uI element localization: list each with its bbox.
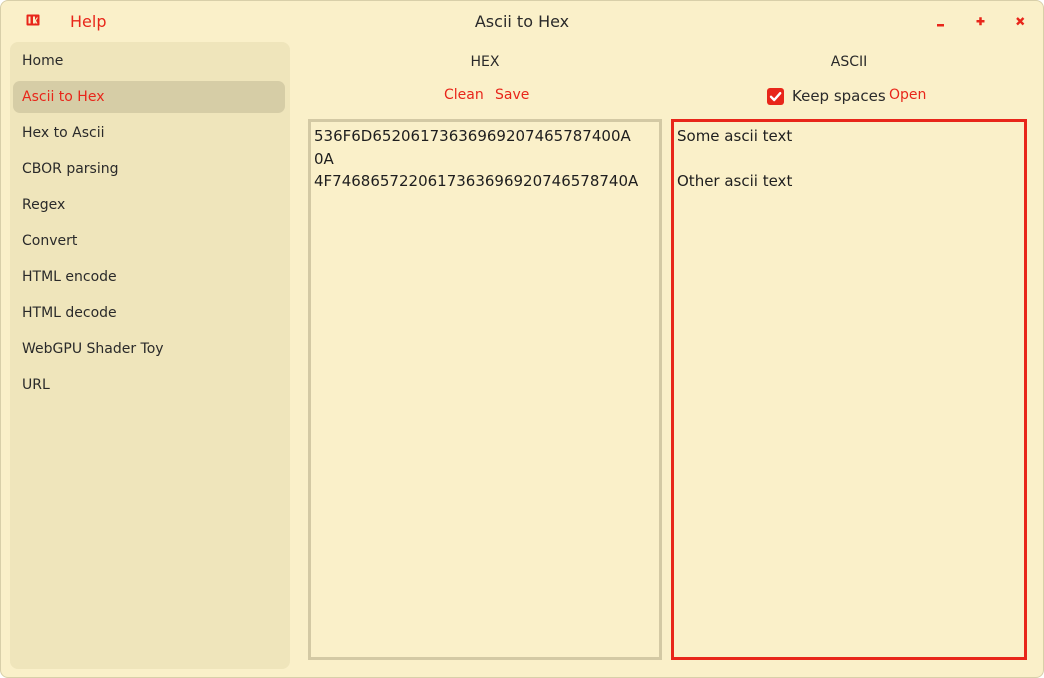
window-title: Ascii to Hex: [474, 12, 570, 31]
sidebar-item-regex[interactable]: Regex: [13, 189, 285, 221]
close-button[interactable]: [1009, 10, 1031, 32]
title-bar: Help Ascii to Hex: [1, 1, 1043, 41]
sidebar-item-url[interactable]: URL: [13, 369, 285, 401]
ascii-header: ASCII: [830, 54, 868, 70]
sidebar-item-ascii-to-hex[interactable]: Ascii to Hex: [13, 81, 285, 113]
open-button[interactable]: Open: [889, 87, 926, 103]
maximize-button[interactable]: [969, 10, 991, 32]
hex-header: HEX: [470, 54, 500, 70]
sidebar-item-html-encode[interactable]: HTML encode: [13, 261, 285, 293]
plus-icon: [976, 17, 985, 26]
save-button[interactable]: Save: [495, 87, 529, 103]
minimize-button[interactable]: [929, 10, 951, 32]
sidebar-item-webgpu-shader-toy[interactable]: WebGPU Shader Toy: [13, 333, 285, 365]
checkmark-icon: [769, 92, 782, 102]
app-window: Help Ascii to Hex Home Ascii to Hex Hex …: [0, 0, 1044, 678]
sidebar-item-convert[interactable]: Convert: [13, 225, 285, 257]
sidebar-item-cbor-parsing[interactable]: CBOR parsing: [13, 153, 285, 185]
clean-button[interactable]: Clean: [444, 87, 484, 103]
sidebar-item-html-decode[interactable]: HTML decode: [13, 297, 285, 329]
keep-spaces-checkbox[interactable]: [767, 88, 784, 105]
ascii-textarea[interactable]: Some ascii text Other ascii text: [671, 119, 1027, 660]
close-icon: [1016, 17, 1025, 26]
sidebar: Home Ascii to Hex Hex to Ascii CBOR pars…: [10, 42, 290, 669]
sidebar-item-home[interactable]: Home: [13, 45, 285, 77]
keep-spaces-label[interactable]: Keep spaces: [792, 87, 886, 105]
hex-textarea[interactable]: 536F6D65206173636969207465787400A 0A 4F7…: [308, 119, 662, 660]
sidebar-item-hex-to-ascii[interactable]: Hex to Ascii: [13, 117, 285, 149]
minimize-icon: [937, 24, 944, 27]
